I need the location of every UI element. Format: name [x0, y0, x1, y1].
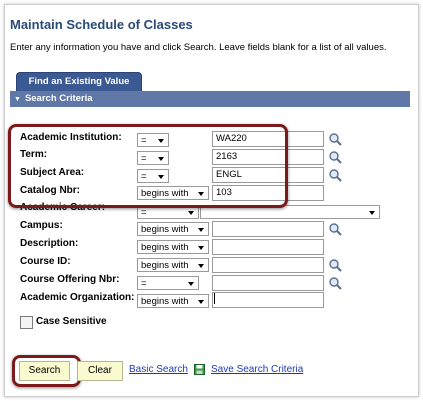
- description-input[interactable]: [212, 239, 324, 255]
- campus-label: Campus:: [20, 220, 63, 231]
- description-operator-select[interactable]: begins with: [137, 240, 209, 254]
- search-button[interactable]: Search: [19, 361, 70, 381]
- tab-find-existing-value[interactable]: Find an Existing Value: [16, 72, 142, 91]
- basic-search-link[interactable]: Basic Search: [129, 364, 188, 375]
- clear-button[interactable]: Clear: [77, 361, 123, 381]
- dropdown-arrow-icon: [188, 282, 194, 286]
- dropdown-arrow-icon: [188, 211, 194, 215]
- dropdown-arrow-icon: [198, 228, 204, 232]
- dropdown-arrow-icon: [369, 211, 375, 215]
- search-criteria-header[interactable]: ▼ Search Criteria: [10, 91, 410, 107]
- course-id-input[interactable]: [212, 257, 324, 273]
- dropdown-arrow-icon: [198, 246, 204, 250]
- save-icon[interactable]: [194, 364, 205, 375]
- case-sensitive-label: Case Sensitive: [36, 316, 107, 327]
- magnifier-icon[interactable]: [328, 168, 342, 182]
- course-offering-nbr-operator-select[interactable]: =: [137, 276, 199, 290]
- course-id-operator-select[interactable]: begins with: [137, 258, 209, 272]
- magnifier-icon[interactable]: [328, 132, 342, 146]
- collapse-triangle-icon: ▼: [14, 96, 21, 103]
- magnifier-icon[interactable]: [328, 276, 342, 290]
- course-offering-nbr-input[interactable]: [212, 275, 324, 291]
- course-offering-nbr-label: Course Offering Nbr:: [20, 274, 120, 285]
- text-cursor: [214, 293, 215, 304]
- magnifier-icon[interactable]: [328, 150, 342, 164]
- search-criteria-label: Search Criteria: [24, 93, 93, 104]
- dropdown-arrow-icon: [198, 264, 204, 268]
- instructions-text: Enter any information you have and click…: [10, 42, 387, 53]
- academic-organization-operator-select[interactable]: begins with: [137, 294, 209, 308]
- page-title: Maintain Schedule of Classes: [10, 17, 193, 32]
- academic-organization-label: Academic Organization:: [20, 292, 135, 303]
- course-id-label: Course ID:: [20, 256, 71, 267]
- case-sensitive-checkbox[interactable]: [20, 316, 33, 329]
- highlight-box-criteria: [8, 124, 288, 208]
- magnifier-icon[interactable]: [328, 222, 342, 236]
- academic-organization-input[interactable]: [212, 292, 324, 308]
- campus-input[interactable]: [212, 221, 324, 237]
- description-label: Description:: [20, 238, 79, 249]
- campus-operator-select[interactable]: begins with: [137, 222, 209, 236]
- magnifier-icon[interactable]: [328, 258, 342, 272]
- dropdown-arrow-icon: [198, 300, 204, 304]
- save-search-criteria-link[interactable]: Save Search Criteria: [211, 364, 303, 375]
